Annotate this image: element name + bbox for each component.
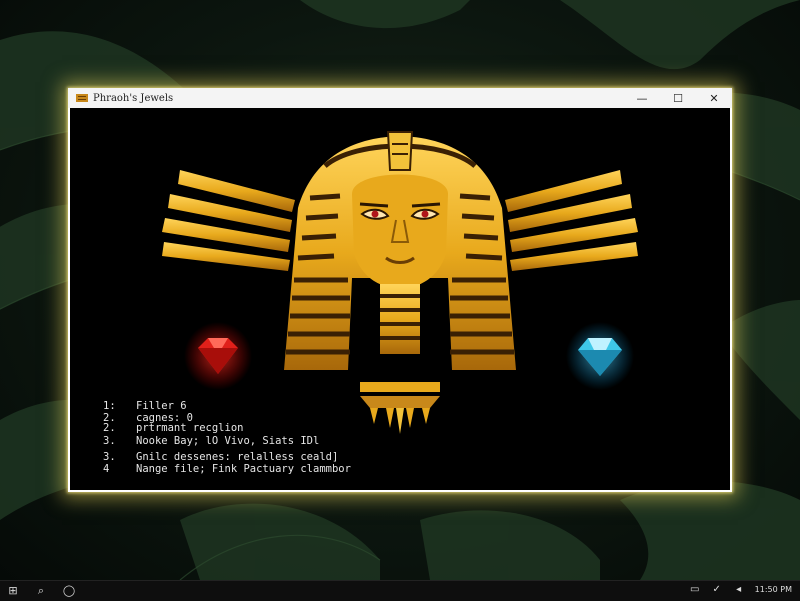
window-title: Phraoh's Jewels: [93, 92, 174, 104]
minimize-icon: —: [636, 91, 648, 105]
search-icon[interactable]: ⌕: [34, 584, 48, 598]
minimize-button[interactable]: —: [624, 88, 660, 108]
right-wing: [505, 170, 638, 271]
terminal-line: 2. prtrmant recglion: [103, 422, 244, 434]
maximize-icon: ☐: [673, 91, 683, 105]
volume-icon[interactable]: ◂: [733, 584, 745, 596]
close-icon: ✕: [709, 91, 719, 105]
game-canvas[interactable]: 1: Filler 6 2. cagnes: 0 2. prtrmant recgli…: [70, 108, 730, 490]
title-bar[interactable]: Phraoh's Jewels — ☐ ✕: [68, 88, 732, 108]
windows-start-icon[interactable]: ⊞: [6, 584, 20, 598]
pharaoh-icon: [76, 94, 88, 102]
terminal-line: 3. Gnilc dessenes: relalless ceald]: [103, 451, 339, 463]
taskbar: ⊞ ⌕ ◯ ▭ ✓ ◂ 11:50 PM: [0, 580, 800, 601]
amulet-pendant: [360, 382, 440, 434]
terminal-line: 1: Filler 6: [103, 400, 187, 412]
left-wing: [162, 170, 295, 271]
window-controls: — ☐ ✕: [624, 88, 732, 108]
network-icon[interactable]: ✓: [711, 584, 723, 596]
ruby-gem-icon: [184, 322, 252, 390]
taskbar-clock[interactable]: 11:50 PM: [755, 584, 792, 596]
notification-icon[interactable]: ▭: [689, 584, 701, 596]
close-button[interactable]: ✕: [696, 88, 732, 108]
diamond-gem-icon: [566, 322, 634, 390]
terminal-line: 4 Nange file; Fink Pactuary clammbor: [103, 463, 351, 475]
task-view-icon[interactable]: ◯: [62, 584, 76, 598]
maximize-button[interactable]: ☐: [660, 88, 696, 108]
app-window: Phraoh's Jewels — ☐ ✕ 1: Filler 6 2. cag…: [68, 88, 732, 492]
pharaoh-face: [352, 174, 448, 288]
terminal-line: 3. Nooke Bay; lO Vivo, Siats IDl: [103, 435, 320, 447]
pharaoh-beard: [380, 284, 420, 354]
